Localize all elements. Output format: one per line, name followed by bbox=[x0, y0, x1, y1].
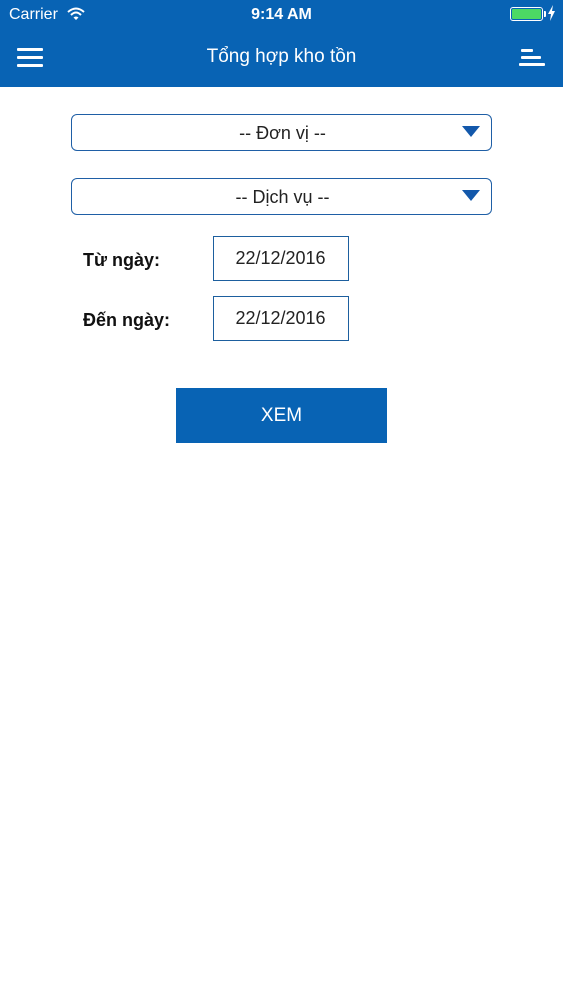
page-title: Tổng hợp kho tồn bbox=[206, 46, 357, 67]
chevron-down-icon bbox=[462, 190, 480, 201]
status-bar: Carrier 9:14 AM bbox=[0, 0, 563, 30]
charging-bolt-icon bbox=[548, 5, 555, 21]
from-date-field[interactable]: 22/12/2016 bbox=[213, 236, 349, 281]
to-date-field[interactable]: 22/12/2016 bbox=[213, 296, 349, 341]
to-date-value: 22/12/2016 bbox=[235, 308, 326, 328]
view-button[interactable]: XEM bbox=[176, 388, 387, 443]
battery-icon bbox=[510, 7, 543, 21]
navigation-bar: Tổng hợp kho tồn bbox=[0, 30, 563, 87]
unit-select-value: -- Đơn vị -- bbox=[239, 123, 326, 143]
service-select-value: -- Dịch vụ -- bbox=[235, 187, 330, 207]
service-select[interactable]: -- Dịch vụ -- bbox=[71, 178, 492, 215]
chevron-down-icon bbox=[462, 126, 480, 137]
list-sort-icon[interactable] bbox=[513, 43, 551, 71]
battery-level bbox=[512, 9, 541, 19]
unit-select[interactable]: -- Đơn vị -- bbox=[71, 114, 492, 151]
battery-tip bbox=[544, 11, 546, 17]
from-date-label: Từ ngày: bbox=[83, 250, 161, 270]
to-date-label: Đến ngày: bbox=[83, 310, 171, 330]
from-date-value: 22/12/2016 bbox=[235, 248, 326, 268]
clock: 9:14 AM bbox=[251, 6, 312, 23]
app-header: Carrier 9:14 AM Tổng hợp kho tồn bbox=[0, 0, 563, 87]
